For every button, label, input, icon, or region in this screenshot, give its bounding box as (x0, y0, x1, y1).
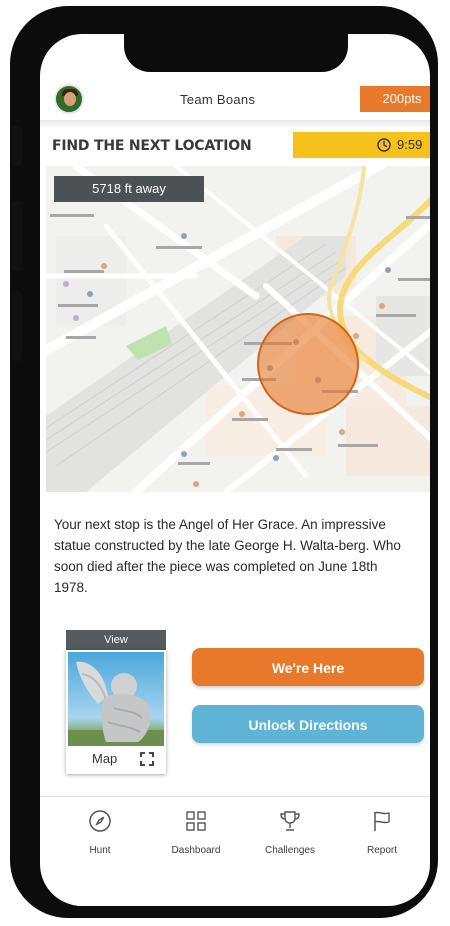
notch (124, 34, 348, 72)
map-label: Map (92, 751, 118, 766)
phone-screen: Team Boans 200pts FIND THE NEXT LOCATION… (40, 34, 430, 906)
nav-label-dashboard: Dashboard (171, 845, 221, 856)
side-button (12, 291, 22, 361)
target-area (257, 313, 359, 415)
clock-icon (377, 138, 391, 152)
map-canvas (46, 166, 430, 492)
location-photo-card[interactable]: Map (66, 650, 166, 774)
points-badge: 200pts (360, 86, 430, 112)
nav-label-challenges: Challenges (264, 845, 316, 856)
header-divider (40, 120, 430, 128)
nav-label-hunt: Hunt (89, 845, 111, 856)
timer-text: 9:59 (397, 137, 423, 152)
statue-photo (68, 652, 164, 746)
header: Team Boans 200pts (40, 84, 430, 116)
avatar-face (64, 92, 76, 106)
team-name: Team Boans (180, 92, 256, 107)
flag-icon (374, 811, 390, 831)
nav-item-hunt[interactable]: Hunt (60, 809, 140, 865)
distance-badge: 5718 ft away (54, 176, 204, 202)
were-here-button[interactable]: We're Here (192, 648, 424, 686)
avatar[interactable] (54, 84, 84, 114)
nav-item-report[interactable]: Report (342, 809, 422, 865)
grid-icon (186, 811, 206, 831)
title-row: FIND THE NEXT LOCATION 9:59 (40, 130, 430, 164)
timer-badge: 9:59 (293, 132, 430, 158)
side-button (12, 201, 22, 271)
nav-label-report: Report (366, 845, 397, 856)
unlock-directions-button[interactable]: Unlock Directions (192, 705, 424, 743)
side-button (12, 126, 22, 166)
compass-icon (89, 810, 111, 832)
nav-item-challenges[interactable]: Challenges (250, 809, 330, 865)
view-label[interactable]: View (66, 630, 166, 650)
page-title: FIND THE NEXT LOCATION (52, 138, 252, 154)
location-description: Your next stop is the Angel of Her Grace… (54, 517, 401, 595)
expand-icon[interactable] (140, 752, 154, 766)
map-view[interactable]: 5718 ft away (46, 166, 430, 492)
trophy-icon (280, 811, 300, 831)
bottom-nav: Hunt Dashboard Challenges Report (40, 796, 430, 906)
nav-item-dashboard[interactable]: Dashboard (156, 809, 236, 865)
phone-frame: Team Boans 200pts FIND THE NEXT LOCATION… (10, 6, 438, 918)
